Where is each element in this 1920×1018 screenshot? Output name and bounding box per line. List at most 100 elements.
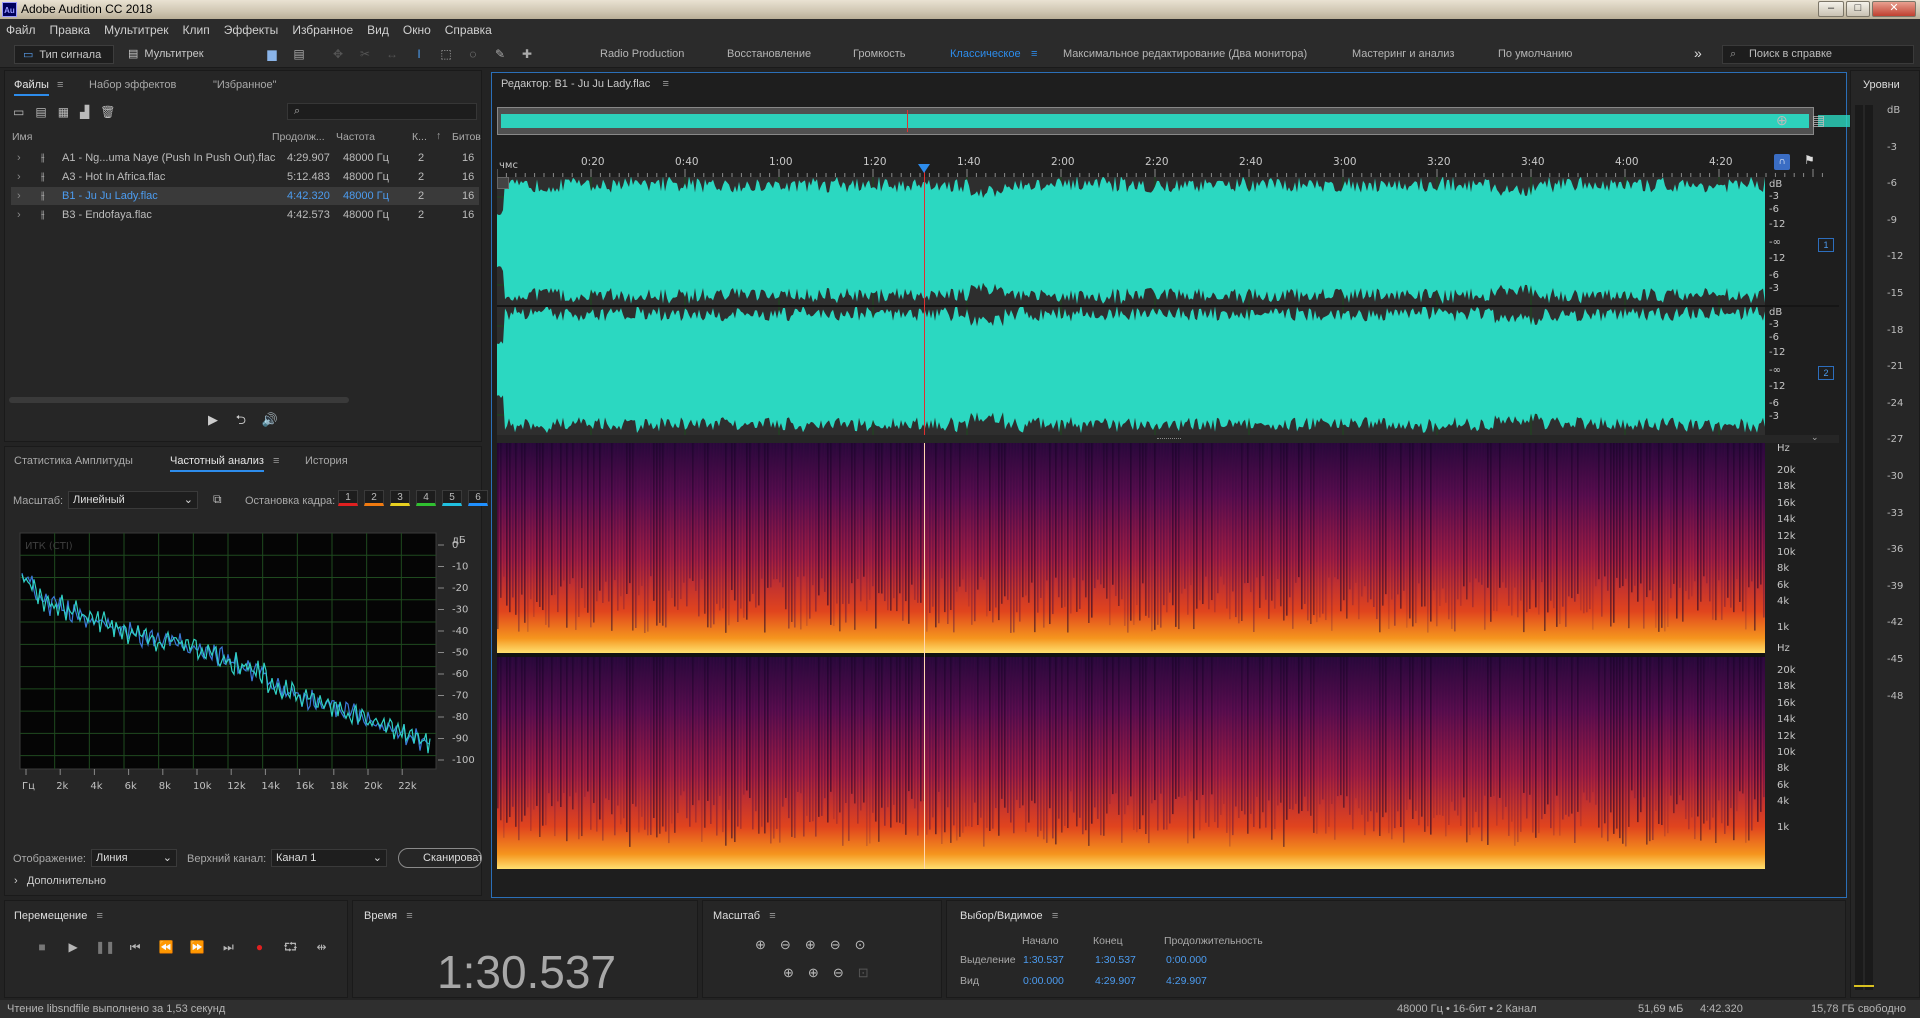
workspace-loudness[interactable]: Громкость bbox=[853, 46, 905, 63]
waveform-display[interactable]: dBdB-3-3-6-6-12-12-∞-∞-12-12-6-6-3-3 bbox=[497, 177, 1842, 435]
fast-forward-icon[interactable]: ⏩ bbox=[188, 940, 206, 954]
zoom-full-icon[interactable]: ⊙ bbox=[855, 937, 880, 952]
workspace-mastering[interactable]: Мастеринг и анализ bbox=[1352, 46, 1454, 63]
file-row-selected[interactable]: › ⫲ B1 - Ju Ju Lady.flac 4:42.320 48000 Гц 2… bbox=[11, 187, 479, 205]
workspace-restoration[interactable]: Восстановление bbox=[727, 46, 811, 63]
zoom-menu-icon[interactable]: ≡ bbox=[769, 910, 775, 922]
close-button[interactable]: ✕ bbox=[1872, 1, 1916, 17]
view-start-field[interactable]: 0:00.000 bbox=[1023, 975, 1064, 987]
zoom-out-amplitude-icon[interactable]: ⊖ bbox=[780, 937, 805, 952]
delete-icon[interactable]: 🗑 bbox=[100, 105, 126, 119]
freeze-button-5[interactable]: 5 bbox=[442, 490, 462, 506]
brush-tool-icon[interactable]: ✎ bbox=[492, 46, 508, 62]
menu-effects[interactable]: Эффекты bbox=[224, 23, 279, 37]
zoom-in-amplitude-icon[interactable]: ⊕ bbox=[755, 937, 780, 952]
selection-menu-icon[interactable]: ≡ bbox=[1052, 910, 1058, 922]
insert-icon[interactable]: ▟ bbox=[80, 105, 100, 119]
file-row[interactable]: › ⫲ A1 - Ng...uma Naye (Push In Push Out)… bbox=[11, 149, 479, 167]
zoom-reset-icon[interactable]: ⊡ bbox=[858, 965, 883, 980]
preview-autoplay-icon[interactable]: 🔊 bbox=[262, 412, 278, 427]
file-row[interactable]: › ⫲ A3 - Hot In Africa.flac 5:12.483 48000 … bbox=[11, 168, 479, 186]
selection-duration-field[interactable]: 0:00.000 bbox=[1166, 954, 1207, 966]
expand-icon[interactable]: › bbox=[17, 152, 21, 164]
editor-menu-icon[interactable]: ≡ bbox=[663, 78, 669, 90]
top-channel-select[interactable]: Канал 1 ⌄ bbox=[271, 849, 387, 867]
zoom-out-point-icon[interactable]: ⊖ bbox=[833, 965, 858, 980]
menu-clip[interactable]: Клип bbox=[183, 23, 210, 37]
maximize-button[interactable]: □ bbox=[1846, 1, 1870, 17]
freeze-button-4[interactable]: 4 bbox=[416, 490, 436, 506]
tab-history[interactable]: История bbox=[305, 455, 348, 467]
slip-tool-icon[interactable]: ↔ bbox=[384, 46, 400, 62]
chevron-down-icon[interactable]: ⌄ bbox=[1811, 432, 1819, 443]
more-workspaces-button[interactable]: » bbox=[1694, 46, 1702, 61]
tab-files[interactable]: Файлы bbox=[14, 79, 49, 96]
files-search-input[interactable]: ⌕ bbox=[287, 103, 477, 120]
transport-menu-icon[interactable]: ≡ bbox=[97, 910, 103, 922]
snap-icon[interactable]: ∩ bbox=[1774, 154, 1790, 170]
files-panel-menu-icon[interactable]: ≡ bbox=[57, 79, 63, 91]
overview-options-icon[interactable]: ▤ bbox=[1812, 112, 1825, 129]
selection-start-field[interactable]: 1:30.537 bbox=[1023, 954, 1064, 966]
spectral-divider[interactable]: ⌄ bbox=[497, 432, 1839, 443]
waveform-view-button[interactable]: ▭ Тип сигнала bbox=[14, 45, 114, 64]
file-row[interactable]: › ⫲ B3 - Endofaya.flac 4:42.573 48000 Гц 2 16 bbox=[11, 206, 479, 224]
playhead-line[interactable] bbox=[924, 165, 925, 435]
column-duration[interactable]: Продолж... bbox=[272, 131, 325, 143]
divider-grip-icon[interactable] bbox=[1157, 438, 1181, 440]
stop-icon[interactable]: ■ bbox=[33, 940, 51, 954]
freeze-button-1[interactable]: 1 bbox=[338, 490, 358, 506]
column-bits[interactable]: Битов bbox=[452, 131, 481, 143]
time-selection-tool-icon[interactable]: I bbox=[411, 46, 427, 62]
tab-effects-rack[interactable]: Набор эффектов bbox=[89, 79, 176, 91]
display-select[interactable]: Линия ⌄ bbox=[91, 849, 177, 867]
expand-icon[interactable]: › bbox=[17, 190, 21, 202]
preview-play-icon[interactable]: ▶ bbox=[208, 412, 218, 427]
view-duration-field[interactable]: 4:29.907 bbox=[1166, 975, 1207, 987]
column-rate[interactable]: Частота bbox=[336, 131, 375, 143]
scan-button[interactable]: Сканировать bbox=[398, 848, 482, 868]
rewind-icon[interactable]: ⏪ bbox=[157, 940, 175, 954]
open-folder-icon[interactable]: ▭ bbox=[13, 105, 35, 119]
move-tool-icon[interactable]: ✥ bbox=[330, 46, 346, 62]
marquee-tool-icon[interactable]: ⬚ bbox=[438, 46, 454, 62]
workspace-menu-icon[interactable]: ≡ bbox=[1031, 46, 1037, 63]
freeze-button-2[interactable]: 2 bbox=[364, 490, 384, 506]
loop-icon[interactable]: ⮔ bbox=[282, 938, 300, 959]
multitrack-view-button[interactable]: ▤ Мультитрек bbox=[124, 45, 224, 64]
help-search-input[interactable]: ⌕ Поиск в справке bbox=[1722, 45, 1914, 64]
razor-tool-icon[interactable]: ✂ bbox=[357, 46, 373, 62]
overview-navigator[interactable] bbox=[497, 107, 1814, 135]
new-file-icon[interactable]: ▦ bbox=[58, 105, 80, 119]
lasso-tool-icon[interactable]: ◌ bbox=[465, 46, 481, 62]
expand-icon[interactable]: › bbox=[17, 209, 21, 221]
files-horizontal-scrollbar[interactable] bbox=[9, 397, 349, 403]
skip-selection-icon[interactable]: ⇹ bbox=[313, 940, 331, 954]
workspace-default[interactable]: По умолчанию bbox=[1498, 46, 1572, 63]
pause-icon[interactable]: ❚❚ bbox=[95, 940, 115, 954]
scale-select[interactable]: Линейный ⌄ bbox=[68, 491, 198, 509]
tab-frequency-analysis[interactable]: Частотный анализ bbox=[170, 455, 264, 472]
menu-file[interactable]: Файл bbox=[6, 23, 36, 37]
channel-1-toggle[interactable]: 1 bbox=[1818, 238, 1834, 252]
import-icon[interactable]: ▤ bbox=[35, 105, 57, 119]
marker-icon[interactable]: ⚑ bbox=[1804, 153, 1815, 167]
move-to-end-icon[interactable]: ⏭ bbox=[219, 940, 237, 955]
channel-2-toggle[interactable]: 2 bbox=[1818, 366, 1834, 380]
time-ruler[interactable]: чмс 0:20 0:40 1:00 1:20 1:40 2:00 2:20 2:40 3:00 3… bbox=[497, 153, 1842, 177]
freeze-button-6[interactable]: 6 bbox=[468, 490, 488, 506]
record-icon[interactable]: ● bbox=[250, 940, 268, 954]
hud-toggle-icon[interactable] bbox=[497, 177, 509, 189]
play-icon[interactable]: ▶ bbox=[64, 940, 82, 954]
menu-multitrack[interactable]: Мультитрек bbox=[104, 23, 168, 37]
workspace-max-editing[interactable]: Максимальное редактирование (Два монитор… bbox=[1063, 46, 1307, 63]
menu-help[interactable]: Справка bbox=[445, 23, 492, 37]
zoom-selection-icon[interactable]: ⊕ bbox=[783, 965, 808, 980]
move-to-start-icon[interactable]: ⏮ bbox=[126, 940, 144, 955]
freeze-button-3[interactable]: 3 bbox=[390, 490, 410, 506]
analysis-panel-menu-icon[interactable]: ≡ bbox=[273, 455, 279, 467]
expand-icon[interactable]: › bbox=[17, 171, 21, 183]
zoom-in-time-icon[interactable]: ⊕ bbox=[805, 937, 830, 952]
capture-frame-icon[interactable]: ⧉ bbox=[213, 492, 222, 507]
zoom-out-time-icon[interactable]: ⊖ bbox=[830, 937, 855, 952]
